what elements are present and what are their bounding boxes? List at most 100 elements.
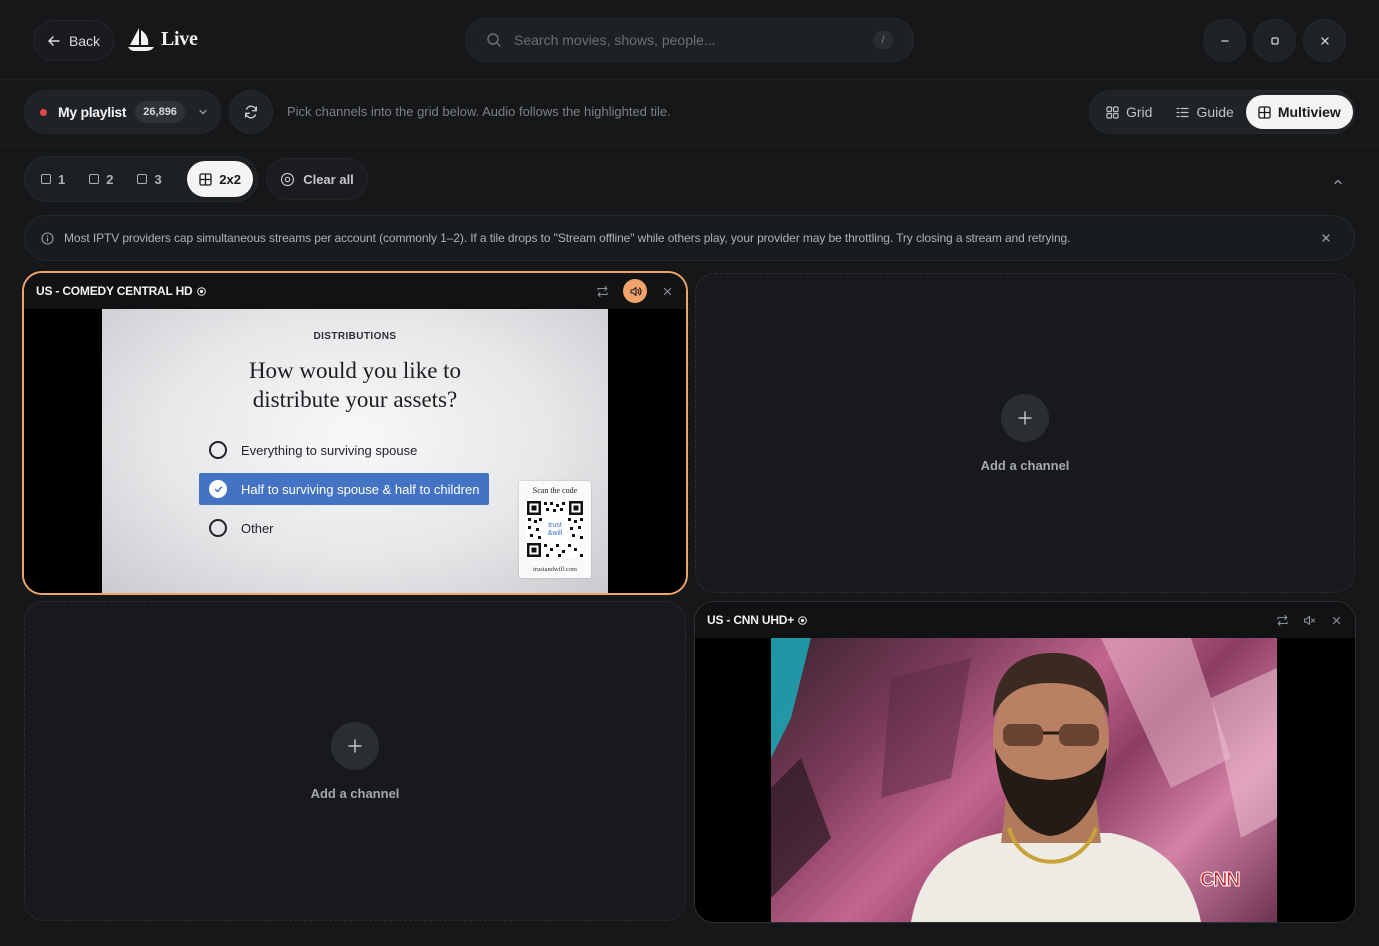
- search-bar[interactable]: /: [465, 18, 914, 62]
- svg-text:trust: trust: [548, 522, 562, 529]
- check-circle-icon: [209, 480, 227, 498]
- tile-channel-title: US - CNN UHD+: [707, 613, 795, 627]
- toolbar: My playlist 26,896 Pick channels into th…: [0, 80, 1379, 146]
- stream-limit-notice: Most IPTV providers cap simultaneous str…: [24, 215, 1355, 261]
- frame-kicker: DISTRIBUTIONS: [313, 331, 397, 342]
- tab-grid-label: Grid: [1126, 104, 1153, 120]
- add-channel-button[interactable]: [1001, 393, 1049, 442]
- radio-circle-icon: [209, 441, 227, 459]
- guide-list-icon: [1176, 107, 1190, 117]
- top-bar: Back Live /: [0, 0, 1379, 80]
- close-tile-icon[interactable]: [661, 285, 674, 298]
- frame-question-line: distribute your assets?: [252, 387, 458, 412]
- chevron-down-icon: [199, 109, 207, 115]
- playlist-count-badge: 26,896: [135, 101, 185, 123]
- frame-option-label: Other: [241, 520, 274, 536]
- info-icon: [41, 231, 54, 245]
- refresh-icon: [245, 105, 257, 119]
- frame-option: Other: [199, 512, 274, 544]
- tile-empty-slot-2[interactable]: Add a channel: [695, 273, 1355, 593]
- close-window-button[interactable]: [1303, 19, 1346, 62]
- multiview-hint: Pick channels into the grid below. Audio…: [287, 104, 671, 119]
- radio-circle-icon: [209, 519, 227, 537]
- layout-selector: 1 2 3 2x2: [24, 156, 258, 202]
- app-window: Back Live / My playlist 26,896: [0, 0, 1379, 946]
- maximize-icon: [1270, 36, 1279, 45]
- frame-option-label: Half to surviving spouse & half to child…: [241, 481, 480, 497]
- view-switcher: Grid Guide Multiview: [1089, 90, 1355, 134]
- tab-guide[interactable]: Guide: [1164, 95, 1245, 129]
- frame-question-line: How would you like to: [248, 358, 462, 383]
- channel-bug-logo: CNN: [1200, 869, 1241, 892]
- add-channel-label: Add a channel: [310, 785, 400, 801]
- close-icon: [1320, 36, 1329, 45]
- plus-icon: [348, 738, 362, 753]
- minimize-icon: [1220, 39, 1229, 42]
- frame-option-label: Everything to surviving spouse: [241, 442, 418, 458]
- tile-cnn[interactable]: US - CNN UHD+ CNN: [694, 601, 1356, 923]
- audio-on-button[interactable]: [623, 279, 647, 303]
- qr-card: Scan the code trust &will trustandwill.c…: [519, 481, 591, 578]
- video-frame[interactable]: DISTRIBUTIONS How would you like to dist…: [24, 309, 686, 593]
- single-square-icon: [89, 174, 100, 184]
- frame-option-selected: Half to surviving spouse & half to child…: [199, 473, 489, 505]
- frame-option: Everything to surviving spouse: [199, 434, 417, 466]
- collapse-button[interactable]: [1328, 172, 1348, 192]
- layout-option-label: 2: [106, 171, 114, 187]
- qr-url: trustandwill.com: [533, 566, 577, 573]
- layout-option-2x2[interactable]: 2x2: [187, 161, 253, 197]
- chevron-up-icon: [1334, 179, 1342, 185]
- search-shortcut-hint: /: [873, 31, 893, 49]
- maximize-button[interactable]: [1253, 19, 1296, 62]
- clear-target-icon: [281, 172, 295, 186]
- plus-icon: [1018, 410, 1032, 425]
- video-frame[interactable]: CNN: [695, 638, 1355, 922]
- refresh-button[interactable]: [229, 90, 273, 134]
- notice-text: Most IPTV providers cap simultaneous str…: [64, 231, 1071, 245]
- add-channel-button[interactable]: [331, 721, 379, 770]
- back-label: Back: [68, 32, 101, 49]
- layout-option-label: 3: [154, 171, 162, 187]
- layout-option-label: 1: [58, 171, 66, 187]
- layout-option-1[interactable]: 1: [29, 161, 77, 197]
- tile-empty-slot-3[interactable]: Add a channel: [24, 601, 686, 921]
- close-tile-icon[interactable]: [1330, 614, 1343, 627]
- multiview-icon: [1258, 105, 1271, 119]
- live-signal-icon: [196, 286, 206, 296]
- qr-title: Scan the code: [532, 486, 578, 495]
- swap-channel-icon[interactable]: [1276, 614, 1289, 627]
- tile-comedy-central[interactable]: US - COMEDY CENTRAL HD DISTRIBUTIONS How…: [22, 271, 688, 595]
- back-button[interactable]: Back: [33, 20, 114, 61]
- tile-actions: [1276, 614, 1343, 627]
- app-logo: Live: [127, 26, 198, 52]
- single-square-icon: [41, 174, 51, 184]
- add-channel-label: Add a channel: [980, 457, 1070, 473]
- playlist-name: My playlist: [58, 104, 127, 120]
- live-dot-icon: [40, 108, 47, 116]
- single-square-icon: [137, 174, 148, 184]
- logo-text: Live: [161, 27, 198, 50]
- playlist-selector[interactable]: My playlist 26,896: [24, 90, 221, 134]
- clear-all-button[interactable]: Clear all: [266, 158, 368, 200]
- qr-code-icon: trust &will: [526, 500, 584, 558]
- close-notice-icon[interactable]: [1320, 232, 1332, 244]
- minimize-button[interactable]: [1203, 19, 1246, 62]
- swap-channel-icon[interactable]: [596, 285, 609, 298]
- video-frame-content: DISTRIBUTIONS How would you like to dist…: [102, 309, 608, 593]
- tab-grid[interactable]: Grid: [1094, 95, 1164, 129]
- tile-header: US - COMEDY CENTRAL HD: [24, 273, 686, 309]
- search-icon: [487, 33, 501, 47]
- layout-option-2[interactable]: 2: [77, 161, 125, 197]
- layout-row: 1 2 3 2x2 Clear all: [0, 146, 1379, 214]
- tab-multiview-label: Multiview: [1277, 104, 1341, 120]
- sailboat-logo-icon: [128, 28, 154, 51]
- checkmark-icon: [214, 485, 222, 492]
- search-input[interactable]: [514, 32, 873, 48]
- svg-text:&will: &will: [548, 530, 563, 537]
- arrow-left-icon: [48, 35, 60, 46]
- tile-header: US - CNN UHD+: [695, 602, 1355, 638]
- tab-multiview[interactable]: Multiview: [1245, 95, 1353, 129]
- speaker-muted-icon[interactable]: [1303, 614, 1316, 627]
- grid-2x2-icon: [199, 172, 212, 186]
- layout-option-3[interactable]: 3: [125, 161, 173, 197]
